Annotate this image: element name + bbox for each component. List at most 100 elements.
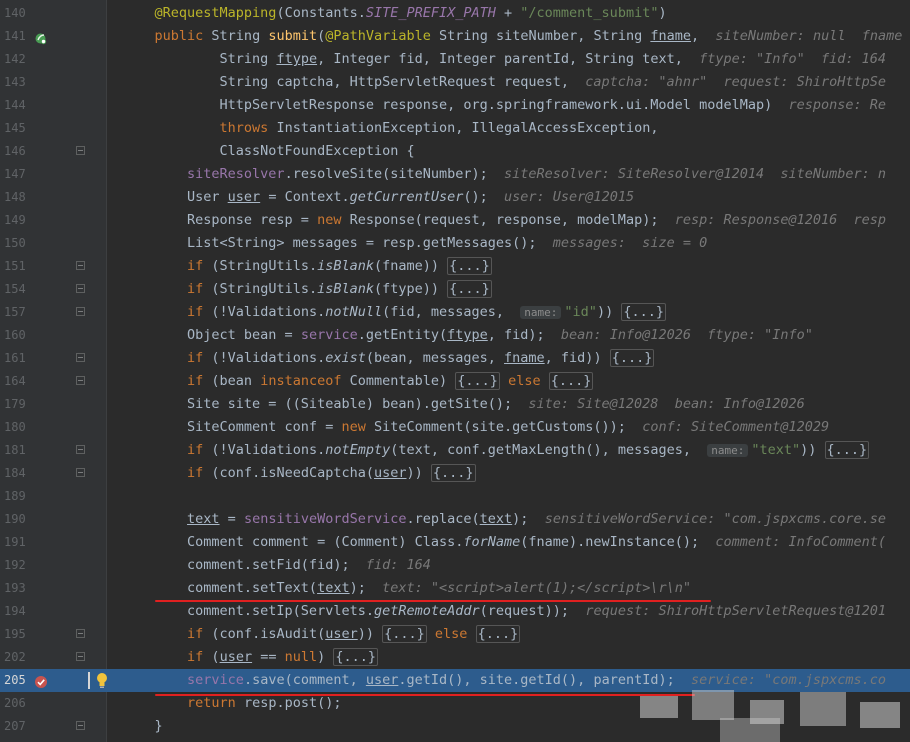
line-number[interactable]: 154 <box>0 278 46 301</box>
line-number[interactable]: 150 <box>0 232 46 255</box>
fold-toggle-icon[interactable] <box>76 261 85 270</box>
line-number[interactable]: 142 <box>0 48 46 71</box>
code-text[interactable]: if (StringUtils.isBlank(ftype)) {...} <box>122 278 492 301</box>
code-text[interactable]: comment.setText(text); text: "<script>al… <box>122 577 691 600</box>
code-line[interactable]: 161 if (!Validations.exist(bean, message… <box>0 347 910 370</box>
code-line[interactable]: 154 if (StringUtils.isBlank(ftype)) {...… <box>0 278 910 301</box>
line-number[interactable]: 160 <box>0 324 46 347</box>
line-number[interactable]: 157 <box>0 301 46 324</box>
line-number[interactable]: 191 <box>0 531 46 554</box>
line-number[interactable]: 147 <box>0 163 46 186</box>
code-text[interactable]: comment.setFid(fid); fid: 164 <box>122 554 431 577</box>
code-text[interactable]: comment.setIp(Servlets.getRemoteAddr(req… <box>122 600 886 623</box>
code-text[interactable]: if (conf.isAudit(user)) {...} else {...} <box>122 623 521 646</box>
code-line[interactable]: 202 if (user == null) {...} <box>0 646 910 669</box>
fold-toggle-icon[interactable] <box>76 307 85 316</box>
code-line[interactable]: 190 text = sensitiveWordService.replace(… <box>0 508 910 531</box>
line-number[interactable]: 148 <box>0 186 46 209</box>
code-text[interactable]: public String submit(@PathVariable Strin… <box>122 25 903 48</box>
line-number[interactable]: 190 <box>0 508 46 531</box>
code-editor[interactable]: 140 @RequestMapping(Constants.SITE_PREFI… <box>0 0 910 742</box>
code-text[interactable]: List<String> messages = resp.getMessages… <box>122 232 707 255</box>
line-number[interactable]: 207 <box>0 715 46 738</box>
code-text[interactable]: } <box>122 715 163 738</box>
fold-toggle-icon[interactable] <box>76 652 85 661</box>
code-line[interactable]: 189 <box>0 485 910 508</box>
line-number[interactable]: 179 <box>0 393 46 416</box>
code-line[interactable]: 184 if (conf.isNeedCaptcha(user)) {...} <box>0 462 910 485</box>
code-line[interactable]: 181 if (!Validations.notEmpty(text, conf… <box>0 439 910 462</box>
fold-toggle-icon[interactable] <box>76 468 85 477</box>
line-number[interactable]: 193 <box>0 577 46 600</box>
code-text[interactable]: @RequestMapping(Constants.SITE_PREFIX_PA… <box>122 2 667 25</box>
code-line[interactable]: 160 Object bean = service.getEntity(ftyp… <box>0 324 910 347</box>
fold-toggle-icon[interactable] <box>76 376 85 385</box>
code-line[interactable]: 142 String ftype, Integer fid, Integer p… <box>0 48 910 71</box>
line-number[interactable]: 194 <box>0 600 46 623</box>
code-text[interactable]: throws InstantiationException, IllegalAc… <box>122 117 659 140</box>
code-line[interactable]: 148 User user = Context.getCurrentUser()… <box>0 186 910 209</box>
code-line[interactable]: 151 if (StringUtils.isBlank(fname)) {...… <box>0 255 910 278</box>
line-number[interactable]: 202 <box>0 646 46 669</box>
code-line[interactable]: 149 Response resp = new Response(request… <box>0 209 910 232</box>
code-text[interactable]: Site site = ((Siteable) bean).getSite();… <box>122 393 805 416</box>
code-line[interactable]: 140 @RequestMapping(Constants.SITE_PREFI… <box>0 2 910 25</box>
code-line[interactable]: 179 Site site = ((Siteable) bean).getSit… <box>0 393 910 416</box>
line-number[interactable]: 184 <box>0 462 46 485</box>
code-text[interactable]: SiteComment conf = new SiteComment(site.… <box>122 416 829 439</box>
code-line[interactable]: 143 String captcha, HttpServletRequest r… <box>0 71 910 94</box>
code-text[interactable]: if (bean instanceof Commentable) {...} e… <box>122 370 594 393</box>
code-line[interactable]: 146 ClassNotFoundException { <box>0 140 910 163</box>
line-number[interactable]: 181 <box>0 439 46 462</box>
code-text[interactable]: Object bean = service.getEntity(ftype, f… <box>122 324 813 347</box>
line-number[interactable]: 189 <box>0 485 46 508</box>
line-number[interactable]: 146 <box>0 140 46 163</box>
code-text[interactable]: String captcha, HttpServletRequest reque… <box>122 71 886 94</box>
code-line[interactable]: 150 List<String> messages = resp.getMess… <box>0 232 910 255</box>
code-line[interactable]: 141 public String submit(@PathVariable S… <box>0 25 910 48</box>
fold-toggle-icon[interactable] <box>76 284 85 293</box>
fold-toggle-icon[interactable] <box>76 146 85 155</box>
code-line[interactable]: 194 comment.setIp(Servlets.getRemoteAddr… <box>0 600 910 623</box>
code-text[interactable]: Comment comment = (Comment) Class.forNam… <box>122 531 886 554</box>
line-number[interactable]: 161 <box>0 347 46 370</box>
code-text[interactable]: if (user == null) {...} <box>122 646 379 669</box>
fold-toggle-icon[interactable] <box>76 353 85 362</box>
line-number[interactable]: 206 <box>0 692 46 715</box>
code-text[interactable]: if (!Validations.notEmpty(text, conf.get… <box>122 439 870 462</box>
code-text[interactable]: User user = Context.getCurrentUser(); us… <box>122 186 634 209</box>
code-line[interactable]: 147 siteResolver.resolveSite(siteNumber)… <box>0 163 910 186</box>
line-number[interactable]: 145 <box>0 117 46 140</box>
line-number[interactable]: 151 <box>0 255 46 278</box>
code-line[interactable]: 144 HttpServletResponse response, org.sp… <box>0 94 910 117</box>
line-number[interactable]: 195 <box>0 623 46 646</box>
code-line[interactable]: 193 comment.setText(text); text: "<scrip… <box>0 577 910 600</box>
fold-toggle-icon[interactable] <box>76 629 85 638</box>
code-text[interactable]: if (!Validations.exist(bean, messages, f… <box>122 347 655 370</box>
code-text[interactable]: siteResolver.resolveSite(siteNumber); si… <box>122 163 886 186</box>
line-number[interactable]: 140 <box>0 2 46 25</box>
lightbulb-icon[interactable] <box>96 672 108 692</box>
breakpoint-icon[interactable] <box>34 674 47 688</box>
fold-toggle-icon[interactable] <box>76 445 85 454</box>
code-text[interactable]: Response resp = new Response(request, re… <box>122 209 886 232</box>
code-line[interactable]: 180 SiteComment conf = new SiteComment(s… <box>0 416 910 439</box>
line-number[interactable]: 144 <box>0 94 46 117</box>
code-line[interactable]: 145 throws InstantiationException, Illeg… <box>0 117 910 140</box>
line-number[interactable]: 149 <box>0 209 46 232</box>
code-text[interactable]: if (!Validations.notNull(fid, messages, … <box>122 301 666 324</box>
code-text[interactable]: if (conf.isNeedCaptcha(user)) {...} <box>122 462 476 485</box>
code-line[interactable]: 195 if (conf.isAudit(user)) {...} else {… <box>0 623 910 646</box>
code-text[interactable]: if (StringUtils.isBlank(fname)) {...} <box>122 255 492 278</box>
code-text[interactable]: String ftype, Integer fid, Integer paren… <box>122 48 887 71</box>
code-line[interactable]: 157 if (!Validations.notNull(fid, messag… <box>0 301 910 324</box>
spring-bean-icon[interactable] <box>34 30 47 45</box>
code-line[interactable]: 192 comment.setFid(fid); fid: 164 <box>0 554 910 577</box>
line-number[interactable]: 143 <box>0 71 46 94</box>
code-line[interactable]: 191 Comment comment = (Comment) Class.fo… <box>0 531 910 554</box>
code-text[interactable]: HttpServletResponse response, org.spring… <box>122 94 887 117</box>
code-text[interactable]: ClassNotFoundException { <box>122 140 415 163</box>
fold-toggle-icon[interactable] <box>76 721 85 730</box>
line-number[interactable]: 192 <box>0 554 46 577</box>
code-line[interactable]: 164 if (bean instanceof Commentable) {..… <box>0 370 910 393</box>
